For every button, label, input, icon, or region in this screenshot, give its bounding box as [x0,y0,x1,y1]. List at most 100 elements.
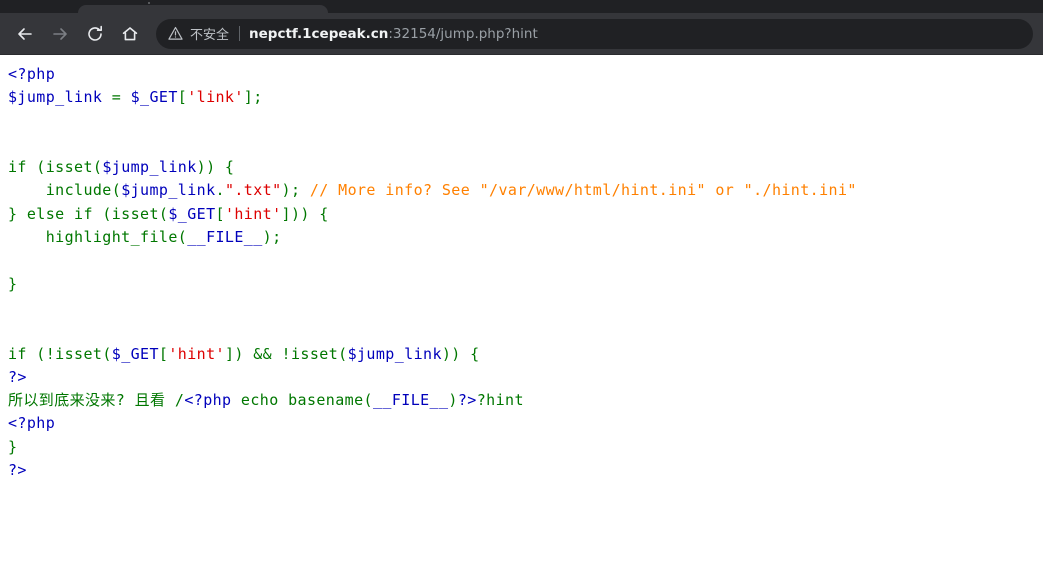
code-token: $jump_link [121,181,216,200]
code-token: isset [111,204,159,223]
code-token: ) [448,391,458,410]
code-token: isset [290,344,339,363]
security-status-label: 不安全 [190,28,230,43]
code-token: highlight_file [8,228,178,247]
code-token: <?php [184,391,232,410]
code-token: 'hint' [168,344,225,363]
address-bar[interactable]: 不安全 nepctf.1cepeak.cn:32154/jump.php?hin… [156,18,1033,49]
arrow-right-icon [53,27,67,40]
code-token: [ [215,204,225,223]
code-token: ] [243,88,254,107]
code-line: 所以到底来没来? 且看 /<?php echo basename(__FILE_… [8,389,1043,412]
code-token: <?php [8,414,56,433]
code-token: )) { [196,158,235,177]
url-display: nepctf.1cepeak.cn:32154/jump.php?hint [249,26,538,42]
code-line: if (!isset($_GET['hint']) && !isset($jum… [8,343,1043,366]
code-token: ); [281,181,301,200]
code-token: isset [45,158,93,177]
code-token: include [8,181,112,200]
code-token: ( [363,391,373,410]
code-token: )) { [441,344,480,363]
php-source-listing: <?php $jump_link = $_GET['link']; if (iss… [8,63,1043,482]
code-line: $jump_link = $_GET['link']; [8,86,1043,109]
browser-window: 不安全 nepctf.1cepeak.cn:32154/jump.php?hin… [0,0,1043,564]
code-token: $jump_link [347,344,442,363]
code-token: ( [177,228,188,247]
code-line: } [8,273,1043,296]
code-token: ( [36,158,46,177]
tab-favicon [148,2,150,4]
code-token: // More info? See "/var/www/html/hint.in… [309,181,857,200]
code-token: basename [288,391,364,410]
code-line: ?> [8,366,1043,389]
code-token: ; [253,88,263,107]
code-token: ( [102,204,112,223]
code-token: ])) { [281,204,329,223]
code-token: } [8,274,18,293]
code-token: ?> [457,391,477,410]
code-line: <?php [8,63,1043,86]
arrow-left-icon [18,27,32,40]
code-token: ( [338,344,348,363]
code-token: ( [111,181,122,200]
reload-button[interactable] [80,19,110,49]
code-token: ?> [8,367,27,386]
code-token: if [8,344,37,363]
url-path: :32154/jump.php?hint [388,25,538,42]
code-line: highlight_file(__FILE__); [8,226,1043,249]
code-token: __FILE__ [372,391,449,410]
code-token: } [8,437,18,456]
tab-strip [0,0,1043,13]
code-token: [ [158,344,169,363]
home-button[interactable] [115,19,145,49]
code-token: $_GET [168,204,216,223]
code-token: isset [55,344,103,363]
code-token: __FILE__ [187,228,263,247]
code-token: ); [262,228,282,247]
code-token: echo [231,391,289,410]
code-token: (! [36,344,56,363]
code-line: include($jump_link.".txt"); // More info… [8,179,1043,202]
code-line: } [8,436,1043,459]
code-token: $_GET [130,88,178,107]
code-token: ?> [8,461,27,480]
code-token: ( [158,204,169,223]
code-token: <?php [8,65,56,83]
code-token: $_GET [111,344,159,363]
warning-triangle-icon[interactable] [168,26,183,41]
code-line: } else if (isset($_GET['hint'])) { [8,203,1043,226]
code-token: } else if [8,204,103,223]
code-token: 所以到底来没来? 且看 / [8,391,185,410]
page-content: <?php $jump_link = $_GET['link']; if (iss… [0,55,1043,564]
code-token: 'hint' [224,204,282,223]
code-token: . [215,181,225,200]
code-token: ?hint [476,391,524,410]
code-token: ( [102,344,112,363]
back-button[interactable] [10,19,40,49]
browser-tab[interactable] [78,5,328,13]
browser-toolbar: 不安全 nepctf.1cepeak.cn:32154/jump.php?hin… [0,13,1043,55]
omnibox-divider [239,26,241,41]
home-icon [122,26,138,40]
code-line: if (isset($jump_link)) { [8,156,1043,179]
code-token: $jump_link [102,158,197,177]
code-token: if [8,158,37,177]
code-token: [ [177,88,188,107]
code-line: <?php [8,412,1043,435]
code-token: ".txt" [224,181,282,200]
code-token: $jump_link [8,88,103,107]
code-token: = [102,88,131,107]
code-token: 'link' [187,88,244,107]
url-host: nepctf.1cepeak.cn [249,25,389,42]
reload-icon [88,25,102,41]
forward-button[interactable] [45,19,75,49]
code-line: ?> [8,459,1043,482]
code-token: ( [92,158,103,177]
code-token: ]) && ! [224,344,291,363]
